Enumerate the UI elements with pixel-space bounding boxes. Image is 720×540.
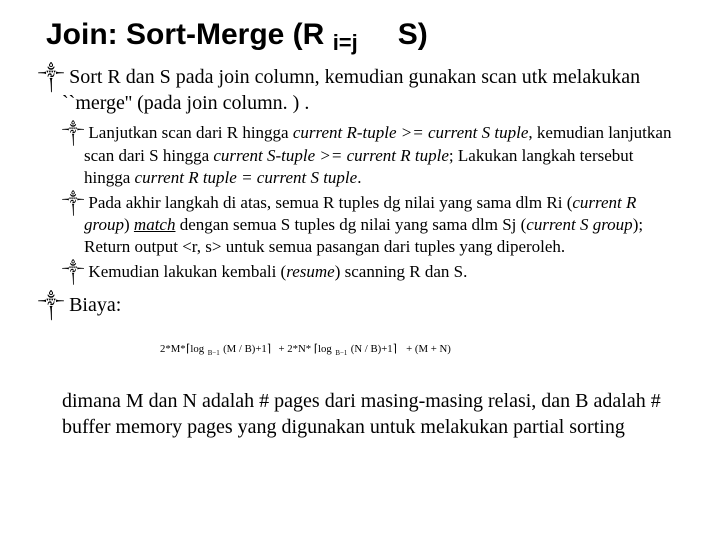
svg-text:B−1: B−1 — [208, 350, 221, 357]
formula-icon: 2*M* ⌈log B−1 (M / B)+1⌉ + 2*N* ⌈log B−1… — [160, 337, 560, 361]
svg-text:(M / B)+1⌉: (M / B)+1⌉ — [223, 343, 271, 355]
svg-text:(N / B)+1⌉: (N / B)+1⌉ — [351, 343, 397, 355]
title-subscript: i=j — [333, 30, 358, 55]
text: Kemudian lakukan kembali ( — [88, 262, 286, 281]
bullet-icon: ༒ — [62, 123, 84, 142]
svg-text:2*M*: 2*M* — [160, 343, 186, 355]
emph: current S-tuple >= current R tuple — [213, 146, 449, 165]
text: Pada akhir langkah di atas, semua R tupl… — [88, 193, 572, 212]
emph: resume — [286, 262, 334, 281]
bullet-cost: ༒ Biaya: — [38, 293, 682, 319]
svg-text:+ 2*N*: + 2*N* — [278, 343, 311, 355]
slide: Join: Sort-Merge (R i=jS) ༒ Sort R dan S… — [0, 0, 720, 540]
bullet-advance-scan: ༒ Lanjutkan scan dari R hingga current R… — [62, 122, 682, 189]
text: ) — [124, 215, 134, 234]
sub-bullets: ༒ Lanjutkan scan dari R hingga current R… — [62, 122, 682, 283]
match-underline: match — [134, 215, 176, 234]
bullet-match-groups: ༒ Pada akhir langkah di atas, semua R tu… — [62, 192, 682, 259]
text: dengan semua S tuples dg nilai yang sama… — [175, 215, 526, 234]
bullet-cost-text: Biaya: — [69, 294, 121, 316]
text: . — [357, 168, 361, 187]
bullet-resume: ༒ Kemudian lakukan kembali (resume) scan… — [62, 261, 682, 283]
svg-text:B−1: B−1 — [335, 350, 348, 357]
title-suffix: S) — [398, 18, 428, 51]
svg-text:⌈log: ⌈log — [314, 343, 333, 355]
svg-text:⌈log: ⌈log — [186, 343, 205, 355]
bullet-sort-merge-text: Sort R dan S pada join column, kemudian … — [62, 66, 640, 114]
emph: current S group — [526, 215, 632, 234]
bullet-icon: ༒ — [38, 66, 64, 88]
text: ) scanning R dan S. — [335, 262, 468, 281]
title-prefix: Join: Sort-Merge (R — [46, 18, 324, 51]
bullet-sort-merge: ༒ Sort R dan S pada join column, kemudia… — [38, 65, 682, 116]
text: Lanjutkan scan dari R hingga — [88, 123, 292, 142]
slide-title: Join: Sort-Merge (R i=jS) — [46, 18, 682, 51]
closing-text: dimana M dan N adalah # pages dari masin… — [62, 388, 682, 440]
bullet-icon: ༒ — [62, 262, 84, 281]
svg-text:+ (M + N): + (M + N) — [406, 343, 451, 355]
emph: current R-tuple >= current S tuple — [293, 123, 529, 142]
cost-formula: 2*M* ⌈log B−1 (M / B)+1⌉ + 2*N* ⌈log B−1… — [38, 337, 682, 366]
bullet-icon: ༒ — [62, 193, 84, 212]
emph: current R tuple = current S tuple — [135, 168, 358, 187]
bullet-icon: ༒ — [38, 294, 64, 316]
